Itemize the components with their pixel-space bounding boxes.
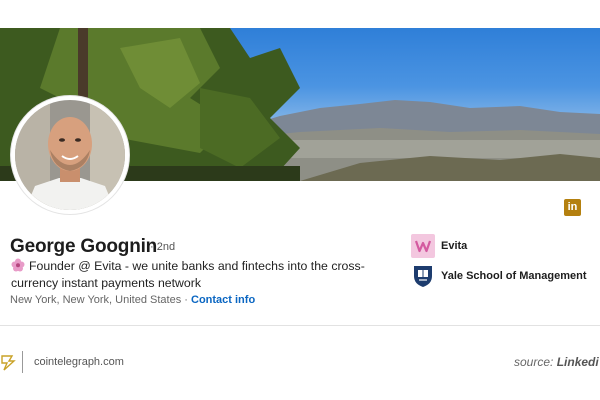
location-text: New York, New York, United States · [10,294,188,306]
source-brand: Linkedi [556,355,599,369]
linkedin-icon[interactable]: in [564,199,581,216]
org-evita[interactable]: Evita [411,234,467,258]
profile-avatar[interactable] [11,96,129,214]
flower-icon [11,258,25,272]
contact-info-link[interactable]: Contact info [191,294,255,306]
source-prefix: source: [514,355,554,369]
source-credit: source: Linkedi [514,355,599,369]
profile-headline: Founder @ Evita - we unite banks and fin… [11,258,381,292]
headline-text: Founder @ Evita - we unite banks and fin… [11,259,365,290]
footer-separator [22,351,23,373]
footer-site: cointelegraph.com [34,356,124,368]
cointelegraph-logo-icon [0,352,16,377]
yale-shield-icon [411,264,435,288]
divider [0,325,600,326]
evita-logo-icon [411,234,435,258]
org-yale[interactable]: Yale School of Management [411,264,586,288]
profile-name: George Goognin [10,236,158,257]
profile-location: New York, New York, United States · Cont… [10,294,255,306]
org-name: Evita [441,240,468,252]
connection-degree: · 2nd [150,241,176,253]
org-name: Yale School of Management [441,270,587,282]
